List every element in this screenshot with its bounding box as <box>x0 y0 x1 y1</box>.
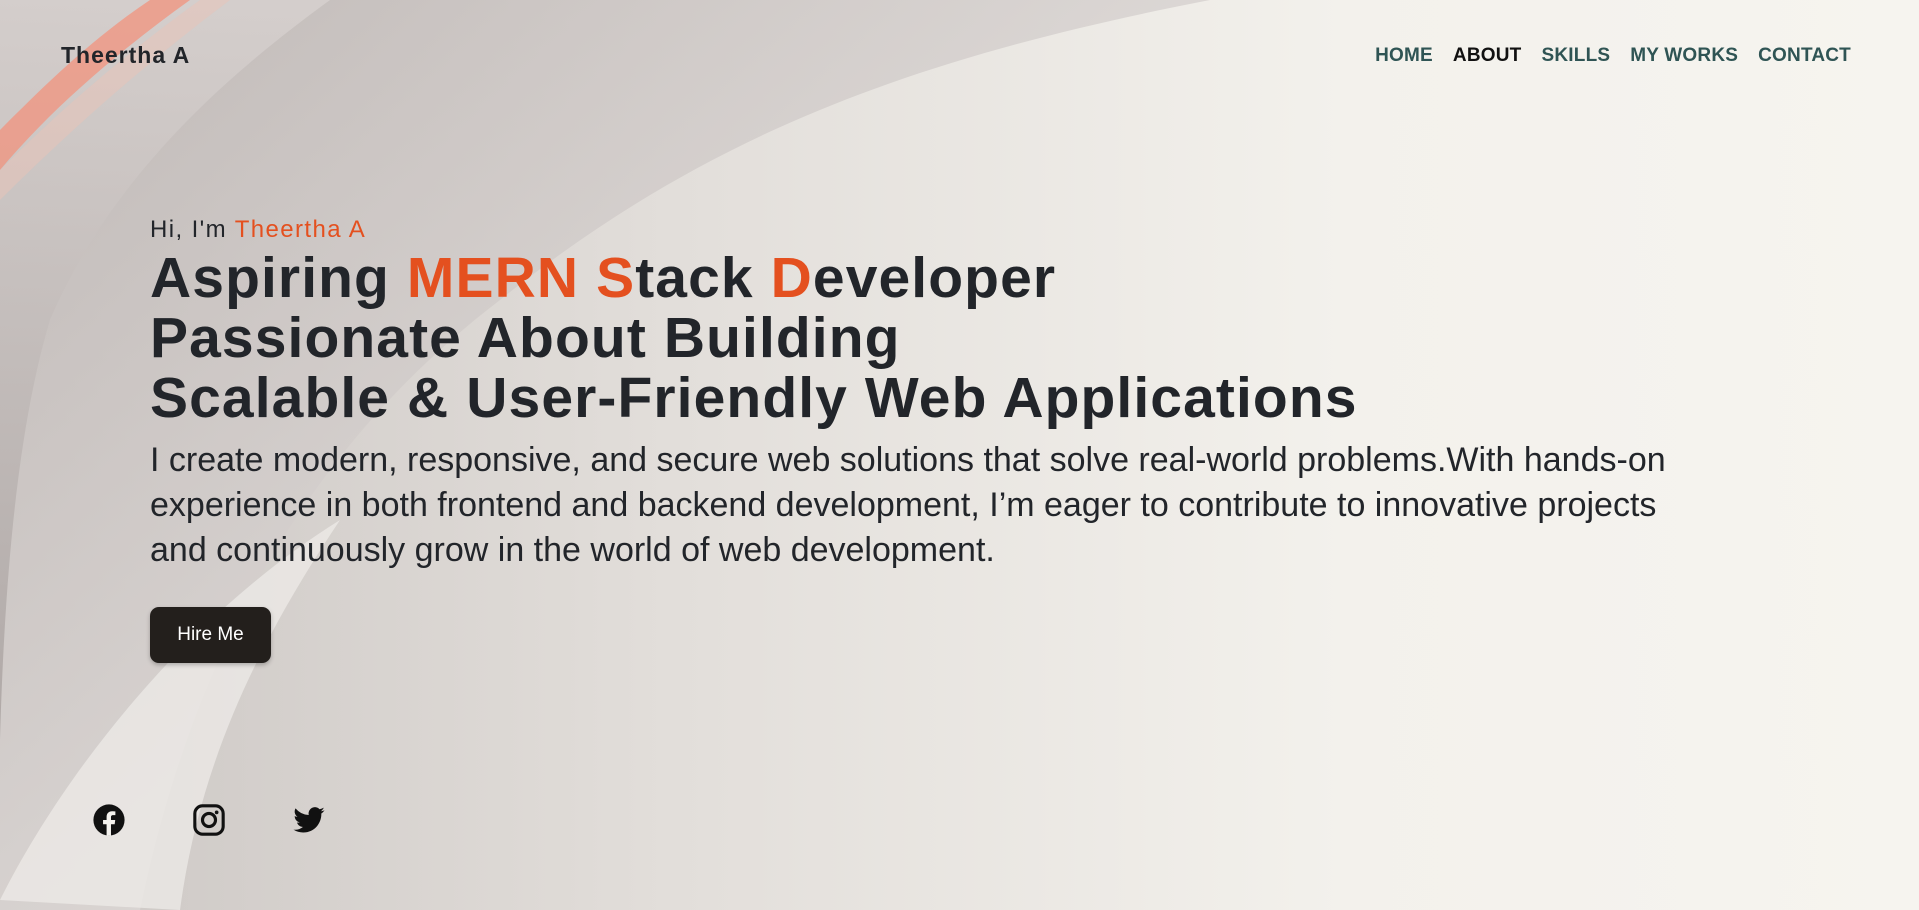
greeting: Hi, I'm Theertha A <box>150 216 1670 244</box>
main-nav: HOME ABOUT SKILLS MY WORKS CONTACT <box>1375 45 1851 67</box>
nav-contact[interactable]: CONTACT <box>1758 45 1851 67</box>
facebook-icon[interactable] <box>92 803 126 837</box>
nav-skills[interactable]: SKILLS <box>1541 45 1610 67</box>
hero-description: I create modern, responsive, and secure … <box>150 441 1666 569</box>
nav-home[interactable]: HOME <box>1375 45 1433 67</box>
headline-line-3: Scalable & User-Friendly Web Application… <box>150 366 1358 430</box>
headline-line-1-accent-2: D <box>770 246 813 310</box>
headline-line-2: Passionate About Building <box>150 306 901 370</box>
hire-me-button[interactable]: Hire Me <box>150 607 271 663</box>
headline-line-1: Aspiring MERN Stack Developer <box>150 246 1056 310</box>
twitter-icon[interactable] <box>292 803 326 837</box>
greeting-prefix: Hi, I'm <box>150 216 235 243</box>
social-links <box>92 803 326 837</box>
greeting-name: Theertha A <box>234 216 367 243</box>
headline-line-1-part-2: tack <box>635 246 771 310</box>
headline: Aspiring MERN Stack Developer Passionate… <box>150 248 1670 428</box>
nav-about[interactable]: ABOUT <box>1453 45 1522 67</box>
headline-line-1-part-3: eveloper <box>812 246 1057 310</box>
instagram-icon[interactable] <box>192 803 226 837</box>
nav-my-works[interactable]: MY WORKS <box>1630 45 1738 67</box>
headline-line-1-part-1: Aspiring <box>150 246 407 310</box>
hero-section: Hi, I'm Theertha A Aspiring MERN Stack D… <box>150 216 1670 663</box>
brand-name[interactable]: Theertha A <box>61 42 190 69</box>
headline-line-1-accent-1: MERN S <box>406 246 636 310</box>
